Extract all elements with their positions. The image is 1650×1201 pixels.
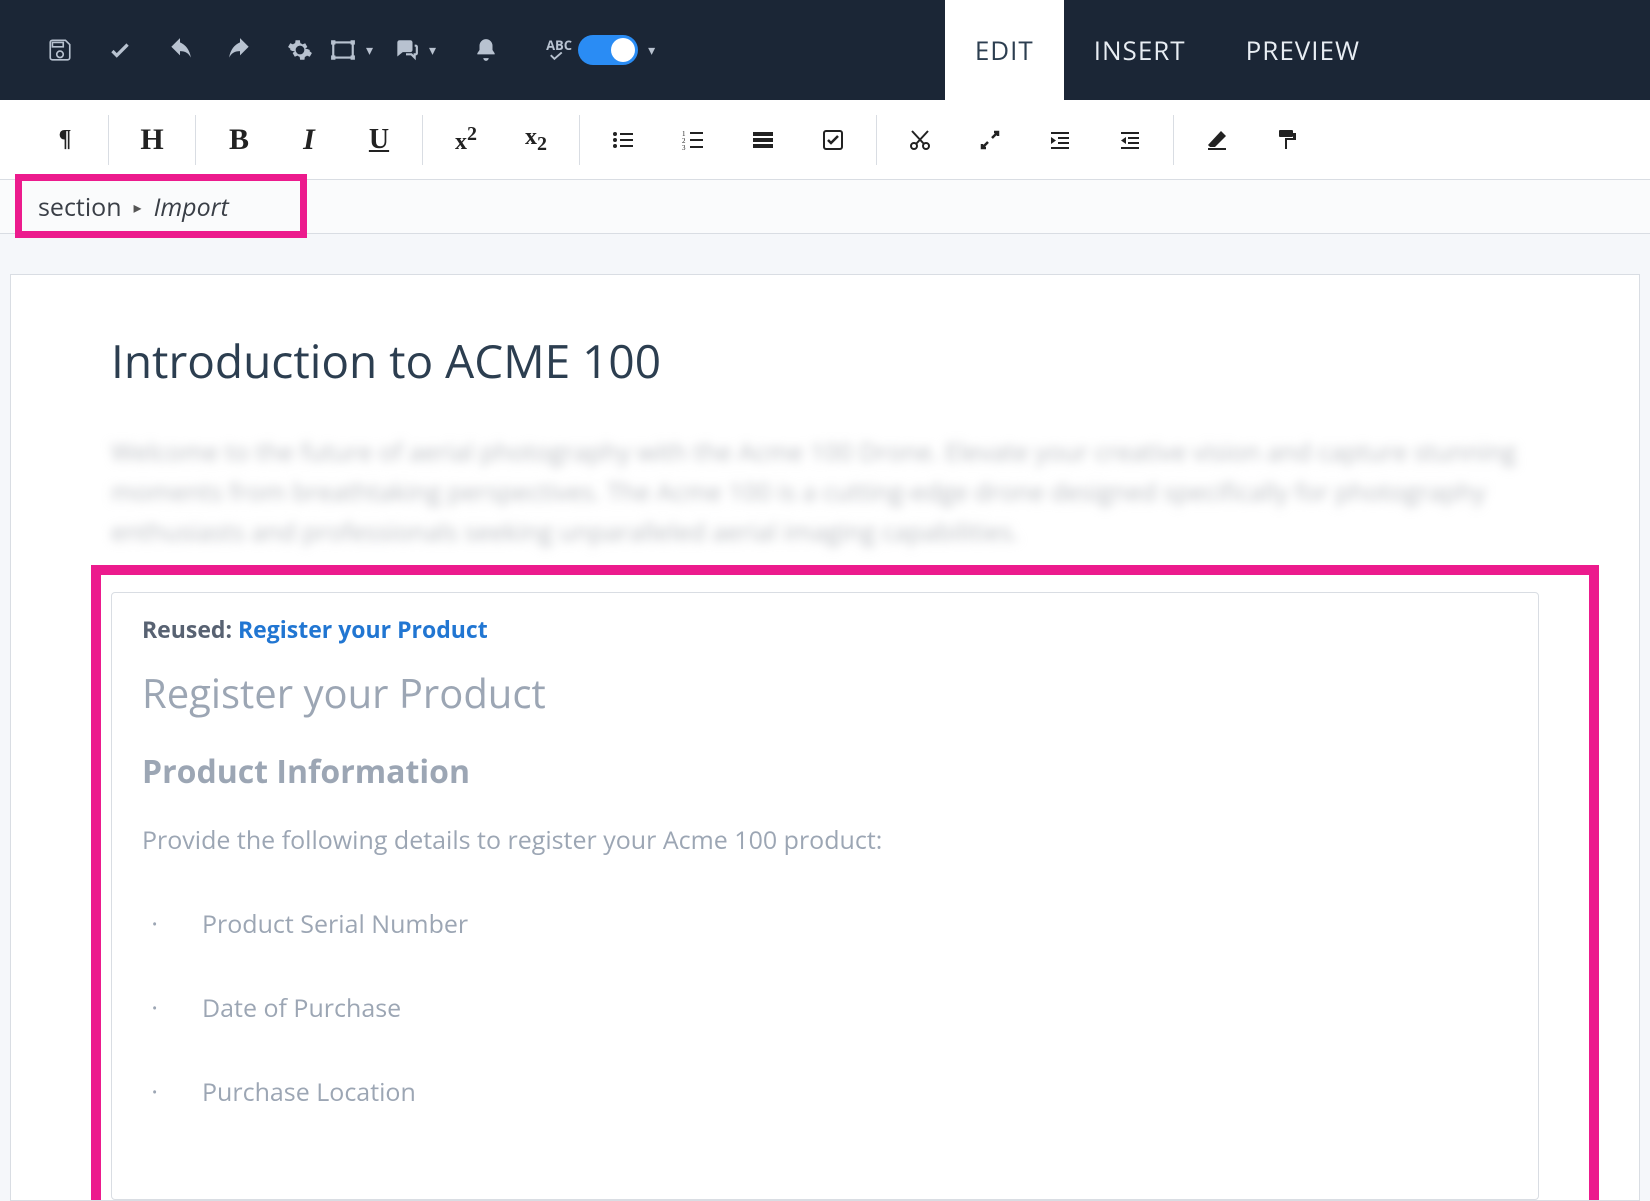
document[interactable]: Introduction to ACME 100 Welcome to the …	[10, 274, 1640, 1201]
tab-insert[interactable]: INSERT	[1064, 0, 1216, 100]
collapse-icon[interactable]	[965, 115, 1015, 165]
underline-icon[interactable]: U	[354, 115, 404, 165]
reused-intro: Provide the following details to registe…	[142, 823, 1508, 857]
reused-content-block[interactable]: Reused: Register your Product Register y…	[111, 592, 1539, 1200]
italic-icon[interactable]: I	[284, 115, 334, 165]
subscript-icon[interactable]: x2	[511, 115, 561, 165]
list-item-text: Purchase Location	[202, 1075, 416, 1109]
chevron-down-icon: ▾	[429, 41, 436, 60]
settings-icon[interactable]	[270, 0, 330, 100]
comments-icon	[393, 0, 419, 100]
breadcrumb-import[interactable]: Import	[154, 190, 229, 224]
bullet-list-icon[interactable]	[598, 115, 648, 165]
spellcheck-icon: ABC	[546, 39, 572, 62]
format-toolbar: ¶ H B I U x2 x2 123	[0, 100, 1650, 180]
bold-icon[interactable]: B	[214, 115, 264, 165]
spellcheck-toggle[interactable]	[578, 35, 638, 65]
mode-tabs: EDIT INSERT PREVIEW	[945, 0, 1650, 100]
redo-icon[interactable]	[210, 0, 270, 100]
layout-dropdown[interactable]: ▾	[330, 0, 373, 100]
chevron-down-icon: ▾	[366, 41, 373, 60]
bell-icon[interactable]	[456, 0, 516, 100]
comments-dropdown[interactable]: ▾	[393, 0, 436, 100]
list-item-text: Date of Purchase	[202, 991, 401, 1025]
main-toolbar: ▾ ▾ ABC ▾ EDIT INSERT PREVIEW	[0, 0, 1650, 100]
document-intro-paragraph: Welcome to the future of aerial photogra…	[111, 432, 1539, 552]
bullet-icon: •	[152, 915, 202, 934]
eraser-icon[interactable]	[1192, 115, 1242, 165]
block-list-icon[interactable]	[738, 115, 788, 165]
cut-icon[interactable]	[895, 115, 945, 165]
superscript-icon[interactable]: x2	[441, 115, 491, 165]
list-item: •Purchase Location	[152, 1075, 1508, 1109]
document-title[interactable]: Introduction to ACME 100	[111, 330, 1539, 392]
bullet-icon: •	[152, 1083, 202, 1102]
tab-preview[interactable]: PREVIEW	[1216, 0, 1390, 100]
checklist-icon[interactable]	[808, 115, 858, 165]
list-item-text: Product Serial Number	[202, 907, 468, 941]
undo-icon[interactable]	[150, 0, 210, 100]
format-painter-icon[interactable]	[1262, 115, 1312, 165]
save-icon[interactable]	[30, 0, 90, 100]
list-item: •Date of Purchase	[152, 991, 1508, 1025]
check-icon[interactable]	[90, 0, 150, 100]
reused-prefix: Reused:	[142, 613, 238, 645]
reused-list: •Product Serial Number •Date of Purchase…	[142, 907, 1508, 1109]
bullet-icon: •	[152, 999, 202, 1018]
numbered-list-icon[interactable]: 123	[668, 115, 718, 165]
reused-label: Reused: Register your Product	[142, 613, 1508, 645]
reused-heading: Register your Product	[142, 665, 1508, 720]
breadcrumb-bar: section ▸ Import	[0, 180, 1650, 234]
outdent-icon[interactable]	[1105, 115, 1155, 165]
list-item: •Product Serial Number	[152, 907, 1508, 941]
indent-icon[interactable]	[1035, 115, 1085, 165]
heading-icon[interactable]: H	[127, 115, 177, 165]
spellcheck-group[interactable]: ABC ▾	[546, 35, 655, 65]
breadcrumb-separator-icon: ▸	[134, 196, 142, 218]
svg-text:3: 3	[682, 144, 686, 152]
tab-edit[interactable]: EDIT	[945, 0, 1064, 100]
layout-icon	[330, 0, 356, 100]
reused-link[interactable]: Register your Product	[238, 613, 488, 645]
breadcrumb-section[interactable]: section	[38, 190, 122, 224]
paragraph-icon[interactable]: ¶	[40, 115, 90, 165]
chevron-down-icon: ▾	[648, 41, 655, 60]
reused-subheading: Product Information	[142, 750, 1508, 793]
content-area: Introduction to ACME 100 Welcome to the …	[0, 234, 1650, 1201]
